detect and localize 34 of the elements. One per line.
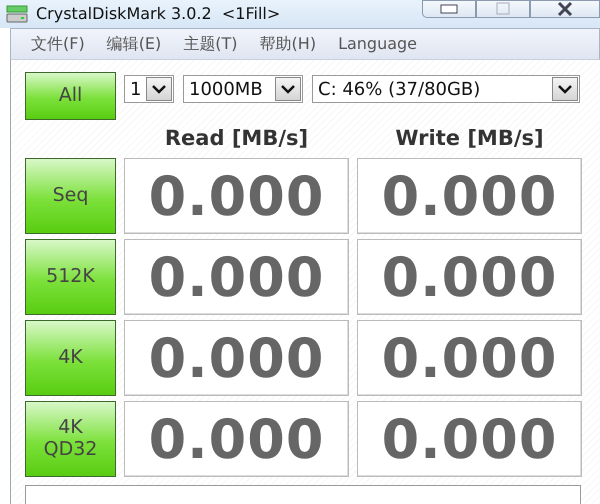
chevron-down-icon	[557, 84, 573, 94]
menu-item[interactable]: 文件(F)	[27, 32, 89, 56]
menu-item[interactable]: 编辑(E)	[102, 32, 166, 56]
close-button[interactable]	[530, 0, 600, 18]
test-button[interactable]: 4K QD32	[25, 401, 116, 477]
size-dropdown[interactable]: 1000MB	[183, 75, 303, 103]
read-value: 0.000	[124, 320, 349, 396]
window-title: CrystalDiskMark 3.0.2 <1Fill>	[36, 3, 280, 25]
maximize-icon	[495, 2, 511, 16]
menu-item[interactable]: 帮助(H)	[256, 32, 320, 56]
write-value: 0.000	[357, 158, 582, 234]
menu-item[interactable]: 主题(T)	[179, 32, 242, 56]
all-button[interactable]: All	[25, 72, 116, 120]
menu-item[interactable]: Language	[334, 32, 422, 56]
count-dropdown[interactable]: 1	[124, 75, 174, 103]
column-header: Write [MB/s]	[394, 125, 545, 152]
column-header: Read [MB/s]	[164, 125, 310, 152]
chevron-down-icon	[151, 84, 167, 94]
drive-dropdown[interactable]: C: 46% (37/80GB)	[312, 75, 580, 103]
write-value: 0.000	[357, 239, 582, 315]
write-value: 0.000	[357, 320, 582, 396]
minimize-icon	[439, 3, 459, 15]
read-value: 0.000	[124, 158, 349, 234]
close-icon	[556, 2, 574, 16]
comment-field[interactable]	[25, 485, 581, 504]
write-value: 0.000	[357, 401, 582, 477]
test-button[interactable]: Seq	[25, 158, 116, 234]
minimize-button[interactable]	[422, 0, 476, 18]
test-button[interactable]: 512K	[25, 239, 116, 315]
read-value: 0.000	[124, 401, 349, 477]
test-button[interactable]: 4K	[25, 320, 116, 396]
chevron-down-icon	[280, 84, 296, 94]
read-value: 0.000	[124, 239, 349, 315]
drive-icon	[6, 5, 28, 23]
